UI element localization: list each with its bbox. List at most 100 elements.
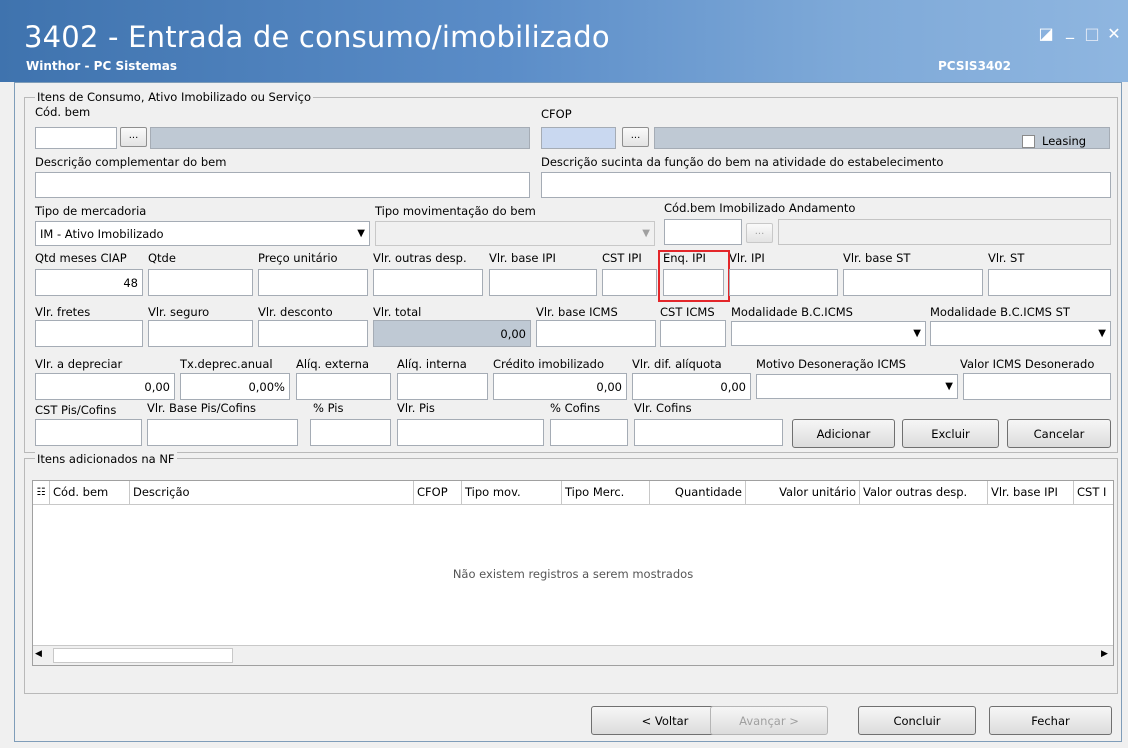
base-ipi-input[interactable] [489,269,597,296]
horizontal-scrollbar[interactable]: ◀ ▶ [33,645,1113,665]
maximize-icon[interactable]: □ [1082,26,1102,42]
column-header[interactable]: CFOP [414,481,462,505]
cancelar-button[interactable]: Cancelar [1007,419,1111,448]
qtde-input[interactable] [148,269,253,296]
avancar-button[interactable]: Avançar > [710,706,828,735]
column-header[interactable]: Cód. bem [50,481,130,505]
seguro-input[interactable] [148,320,253,347]
cst-icms-label: CST ICMS [660,305,715,319]
fretes-input[interactable] [35,320,143,347]
tipo-merc-value: IM - Ativo Imobilizado [40,226,164,241]
scroll-left-icon[interactable]: ◀ [35,649,42,659]
qtde-label: Qtde [148,251,176,265]
vlr-pis-label: Vlr. Pis [397,401,435,415]
desc-comp-label: Descrição complementar do bem [35,155,227,169]
column-header[interactable]: Tipo Merc. [562,481,650,505]
scroll-right-icon[interactable]: ▶ [1101,649,1108,659]
modalidade-st-select[interactable]: ▼ [930,321,1111,346]
column-header[interactable]: Valor outras desp. [860,481,988,505]
pct-cofins-input[interactable] [550,419,628,446]
aliq-int-input[interactable] [397,373,488,400]
credito-label: Crédito imobilizado [493,357,605,371]
column-header[interactable]: Descrição [130,481,414,505]
excluir-button[interactable]: Excluir [902,419,999,448]
vlr-cofins-input[interactable] [634,419,783,446]
scrollbar-thumb[interactable] [53,648,233,663]
cfop-input[interactable] [541,127,616,149]
cst-pis-input[interactable] [35,419,142,446]
base-st-input[interactable] [843,269,983,296]
base-icms-label: Vlr. base ICMS [536,305,618,319]
cod-andamento-description [778,219,1111,245]
outras-input[interactable] [373,269,483,296]
preco-label: Preço unitário [258,251,338,265]
pct-pis-input[interactable] [310,419,391,446]
total-output: 0,00 [373,320,531,347]
dif-label: Vlr. dif. alíquota [632,357,722,371]
cod-andamento-input[interactable] [664,219,742,245]
desonerado-label: Valor ICMS Desonerado [960,357,1095,371]
column-header[interactable]: CST I [1074,481,1113,505]
minimize-icon[interactable]: _ [1060,22,1080,38]
base-st-label: Vlr. base ST [843,251,911,265]
fechar-button[interactable]: Fechar [989,706,1112,735]
preco-input[interactable] [258,269,368,296]
base-pis-input[interactable] [147,419,298,446]
column-header[interactable]: Vlr. base IPI [988,481,1074,505]
depreciar-input[interactable]: 0,00 [35,373,175,400]
dif-input[interactable]: 0,00 [632,373,751,400]
motivo-select[interactable]: ▼ [756,374,958,399]
cod-bem-search-button[interactable]: ... [120,127,147,147]
vlr-st-input[interactable] [988,269,1111,296]
items-grid: ☷ Cód. bem Descrição CFOP Tipo mov. Tipo… [32,480,1114,666]
adicionar-button[interactable]: Adicionar [792,419,895,448]
desonerado-input[interactable] [963,373,1111,400]
aliq-ext-input[interactable] [296,373,391,400]
vlr-cofins-label: Vlr. Cofins [634,401,692,415]
restore-icon[interactable]: ◪ [1036,26,1056,42]
close-icon[interactable]: ✕ [1104,26,1124,42]
desconto-input[interactable] [258,320,368,347]
modalidade-select[interactable]: ▼ [731,321,926,346]
cst-ipi-input[interactable] [602,269,657,296]
tipo-merc-select[interactable]: IM - Ativo Imobilizado ▼ [35,221,370,246]
tx-input[interactable]: 0,00% [180,373,290,400]
enq-ipi-highlight [658,250,730,302]
modalidade-st-label: Modalidade B.C.ICMS ST [930,305,1070,319]
vlr-ipi-input[interactable] [729,269,838,296]
desc-comp-input[interactable] [35,172,530,198]
vlr-pis-input[interactable] [397,419,544,446]
cod-andamento-search-button[interactable]: ... [746,223,773,243]
total-label: Vlr. total [373,305,422,319]
tipo-merc-label: Tipo de mercadoria [35,204,147,218]
desc-sucinta-label: Descrição sucinta da função do bem na at… [541,155,944,169]
leasing-label: Leasing [1042,134,1087,148]
window-title: 3402 - Entrada de consumo/imobilizado [24,20,610,54]
cst-icms-input[interactable] [660,320,726,347]
column-header[interactable]: Tipo mov. [462,481,562,505]
aliq-ext-label: Alíq. externa [296,357,369,371]
column-header[interactable]: Valor unitário [746,481,860,505]
cst-ipi-label: CST IPI [602,251,642,265]
cfop-search-button[interactable]: ... [622,127,649,147]
aliq-int-label: Alíq. interna [397,357,467,371]
grid-menu-icon[interactable]: ☷ [33,481,50,505]
items-group-legend: Itens de Consumo, Ativo Imobilizado ou S… [35,90,314,104]
vlr-ipi-label: Vlr. IPI [729,251,765,265]
chevron-down-icon: ▼ [945,381,953,392]
base-icms-input[interactable] [536,320,656,347]
program-code: PCSIS3402 [938,59,1011,73]
qtd-meses-input[interactable]: 48 [35,269,143,296]
fretes-label: Vlr. fretes [35,305,91,319]
pct-pis-label: % Pis [313,401,344,415]
tipo-mov-select[interactable]: ▼ [375,221,655,246]
company-name: Winthor - PC Sistemas [26,59,177,73]
cod-bem-input[interactable] [35,127,117,149]
concluir-button[interactable]: Concluir [858,706,976,735]
base-pis-label: Vlr. Base Pis/Cofins [147,401,257,415]
cod-bem-label: Cód. bem [35,105,91,119]
column-header[interactable]: Quantidade [650,481,746,505]
desc-sucinta-input[interactable] [541,172,1111,198]
credito-input[interactable]: 0,00 [493,373,627,400]
leasing-checkbox[interactable] [1022,135,1035,148]
